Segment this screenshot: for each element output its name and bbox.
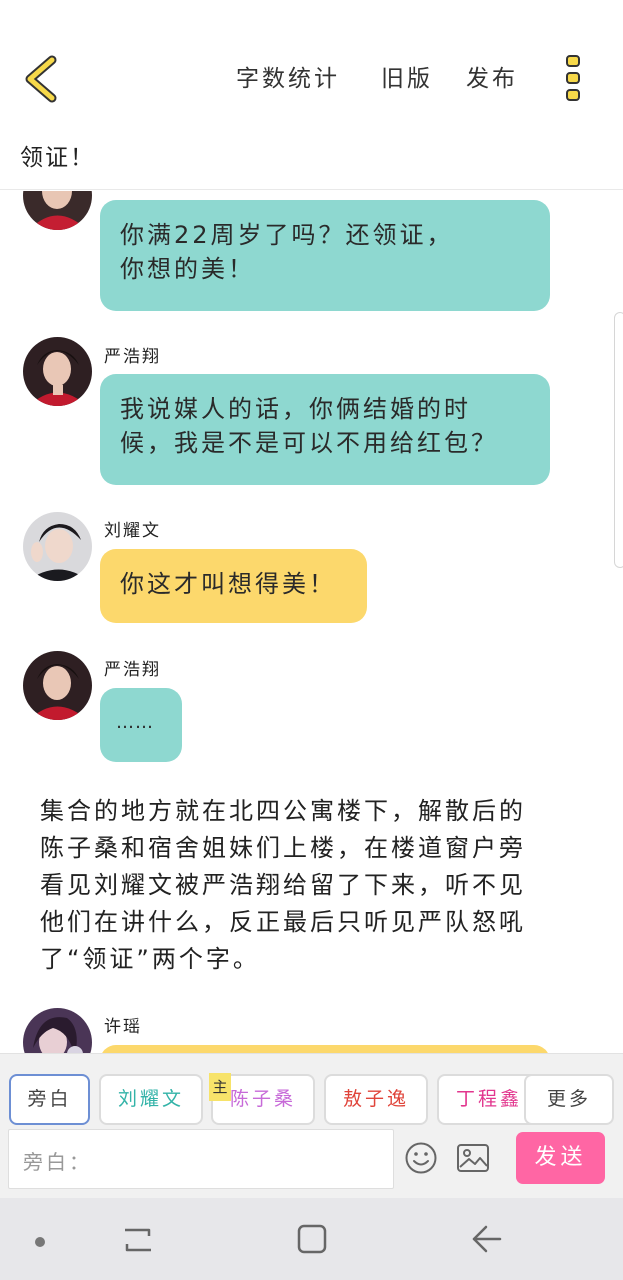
message-line: ……: [116, 712, 154, 733]
message-bubble[interactable]: ……: [100, 688, 182, 762]
back-button[interactable]: [18, 52, 68, 106]
message-bubble[interactable]: 我说媒人的话，你俩结婚的时 候，我是不是可以不用给红包？: [100, 374, 550, 485]
role-chip-narrator[interactable]: 旁白: [9, 1074, 90, 1125]
message-line: 你满22周岁了吗？还领证，: [120, 221, 454, 249]
narration-line: 看见刘耀文被严浩翔给留了下来，听不见: [40, 871, 526, 899]
role-chip-label: 陈子桑: [229, 1088, 296, 1110]
narration-block[interactable]: 集合的地方就在北四公寓楼下，解散后的 陈子桑和宿舍姐妹们上楼，在楼道窗户旁 看见…: [40, 793, 570, 978]
message-input[interactable]: 旁白：: [8, 1129, 394, 1189]
chapter-title: 领证！: [20, 145, 95, 171]
chat-area[interactable]: 你满22周岁了吗？还领证， 你想的美！ 严浩翔 我说媒人的话，你俩结婚的时 候，…: [0, 191, 623, 1053]
message-line: 你想的美！: [120, 255, 255, 283]
composer: 旁白 刘耀文 主 陈子桑 敖子逸 丁程鑫 更多 旁白： 发送: [0, 1053, 623, 1198]
input-role-label: 旁白：: [23, 1150, 92, 1174]
system-navigation-bar: [0, 1198, 623, 1280]
avatar[interactable]: [23, 1008, 92, 1053]
dot-icon[interactable]: [34, 1233, 46, 1247]
vertical-dots-icon: [566, 55, 580, 101]
speaker-name: 严浩翔: [104, 347, 161, 367]
message-bubble[interactable]: [100, 1045, 550, 1053]
back-arrow-icon[interactable]: [470, 1223, 504, 1255]
publish-button[interactable]: 发布: [466, 62, 518, 96]
avatar[interactable]: [23, 651, 92, 720]
smiley-icon: [405, 1142, 437, 1174]
speaker-name: 刘耀文: [104, 521, 161, 541]
chat-editor-screen: 字数统计 旧版 发布 领证！ 你满22周岁了吗？还领证， 你想的美！ 严浩翔 我…: [0, 0, 623, 1280]
main-character-tag: 主: [209, 1073, 231, 1101]
word-count-button[interactable]: 字数统计: [236, 62, 340, 96]
send-button[interactable]: 发送: [516, 1132, 605, 1184]
home-icon[interactable]: [296, 1223, 328, 1255]
narration-line: 了“领证”两个字。: [40, 945, 260, 973]
message-bubble[interactable]: 你这才叫想得美！: [100, 549, 367, 623]
speaker-name: 严浩翔: [104, 660, 161, 680]
old-version-button[interactable]: 旧版: [381, 62, 433, 96]
message-line: 我说媒人的话，你俩结婚的时: [120, 395, 471, 423]
more-menu-button[interactable]: [558, 52, 588, 106]
scrollbar[interactable]: [614, 312, 623, 568]
speaker-name: 许瑶: [104, 1017, 142, 1037]
avatar[interactable]: [23, 512, 92, 581]
role-chip-label: 丁程鑫: [455, 1088, 522, 1110]
role-chip-label: 旁白: [27, 1088, 72, 1110]
more-roles-button[interactable]: 更多: [524, 1074, 614, 1125]
role-chip-label: 敖子逸: [342, 1088, 409, 1110]
image-icon: [457, 1144, 489, 1172]
recent-apps-icon[interactable]: [121, 1224, 155, 1256]
message-line: 你这才叫想得美！: [120, 570, 336, 598]
narration-line: 集合的地方就在北四公寓楼下，解散后的: [40, 797, 526, 825]
role-chip[interactable]: 刘耀文: [99, 1074, 203, 1125]
image-button[interactable]: [456, 1142, 490, 1174]
role-chip[interactable]: 敖子逸: [324, 1074, 428, 1125]
avatar[interactable]: [23, 191, 92, 230]
narration-line: 陈子桑和宿舍姐妹们上楼，在楼道窗户旁: [40, 834, 526, 862]
top-bar: 字数统计 旧版 发布 领证！: [0, 0, 623, 190]
emoji-button[interactable]: [404, 1141, 438, 1175]
chevron-left-icon: [25, 55, 57, 103]
role-chip-label: 刘耀文: [117, 1088, 184, 1110]
more-roles-label: 更多: [546, 1088, 591, 1110]
narration-line: 他们在讲什么，反正最后只听见严队怒吼: [40, 908, 526, 936]
message-line: 候，我是不是可以不用给红包？: [120, 429, 498, 457]
avatar[interactable]: [23, 337, 92, 406]
message-bubble[interactable]: 你满22周岁了吗？还领证， 你想的美！: [100, 200, 550, 311]
